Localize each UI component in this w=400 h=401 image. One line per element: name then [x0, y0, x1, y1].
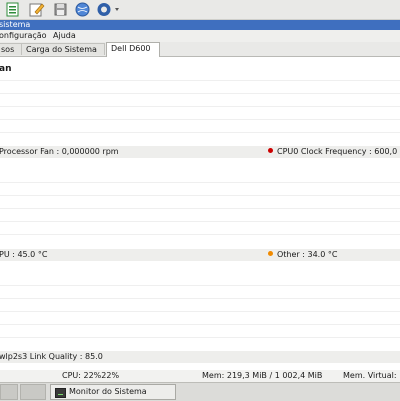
toolbar — [0, 0, 400, 20]
processor-fan-readout: Processor Fan : 0,000000 rpm — [0, 147, 119, 156]
link-quality-readout: wlp2s3 Link Quality : 85.0 — [0, 352, 103, 361]
taskbar-app-label: Monitor do Sistema — [69, 387, 147, 396]
cpu0-clock-label: CPU0 Clock Frequency : 600,0 — [277, 147, 398, 156]
globe-icon[interactable] — [74, 1, 91, 18]
grid-line — [0, 234, 400, 235]
readout-band-network: wlp2s3 Link Quality : 85.0 — [0, 351, 400, 363]
system-monitor-icon — [55, 388, 66, 398]
cpu0-legend-dot — [268, 148, 273, 153]
taskbar: Monitor do Sistema — [0, 382, 400, 401]
status-bar: CPU: 22%22% Mem: 219,3 MiB / 1 002,4 MiB… — [0, 370, 400, 382]
menu-configuracao[interactable]: onfiguração — [0, 30, 47, 42]
refresh-dropdown-icon[interactable] — [96, 1, 120, 18]
menu-bar: onfiguração Ajuda — [0, 30, 400, 42]
cpu0-clock-readout: CPU0 Clock Frequency : 600,0 — [268, 146, 397, 158]
spreadsheet-icon[interactable] — [4, 1, 21, 18]
taskbar-app-button[interactable]: Monitor do Sistema — [50, 384, 176, 400]
virtual-memory-status: Mem. Virtual: — [343, 371, 397, 380]
grid-line — [0, 119, 400, 120]
grid-line — [0, 132, 400, 133]
window-title: sistema — [0, 20, 31, 29]
cpu-temperature-readout: PU : 45.0 °C — [0, 250, 48, 259]
save-icon[interactable] — [52, 1, 69, 18]
other-temperature-readout: Other : 34.0 °C — [268, 249, 337, 261]
readout-band-fan: Processor Fan : 0,000000 rpm CPU0 Clock … — [0, 146, 400, 158]
grid-line — [0, 324, 400, 325]
grid-line — [0, 298, 400, 299]
edit-icon[interactable] — [28, 1, 45, 18]
other-temperature-label: Other : 34.0 °C — [277, 250, 338, 259]
other-legend-dot — [268, 251, 273, 256]
memory-status: Mem: 219,3 MiB / 1 002,4 MiB — [202, 371, 323, 380]
tab-carga-do-sistema[interactable]: Carga do Sistema — [21, 43, 105, 55]
grid-line — [0, 208, 400, 209]
tab-strip: sos Carga do Sistema Dell D600 — [0, 42, 400, 57]
section-title: an — [0, 64, 12, 74]
grid-line — [0, 80, 400, 81]
grid-line — [0, 285, 400, 286]
grid-line — [0, 106, 400, 107]
taskbar-slot[interactable] — [20, 384, 46, 400]
menu-ajuda[interactable]: Ajuda — [53, 30, 76, 42]
grid-line — [0, 221, 400, 222]
grid-line — [0, 195, 400, 196]
grid-line — [0, 311, 400, 312]
tab-dell-d600[interactable]: Dell D600 — [106, 42, 160, 57]
readout-band-temperature: PU : 45.0 °C Other : 34.0 °C — [0, 249, 400, 261]
taskbar-slot[interactable] — [0, 384, 18, 400]
grid-line — [0, 93, 400, 94]
cpu-status: CPU: 22%22% — [62, 371, 120, 380]
tab-recursos[interactable]: sos — [0, 43, 22, 55]
grid-line — [0, 337, 400, 338]
grid-line — [0, 182, 400, 183]
window-title-bar[interactable]: sistema — [0, 20, 400, 30]
